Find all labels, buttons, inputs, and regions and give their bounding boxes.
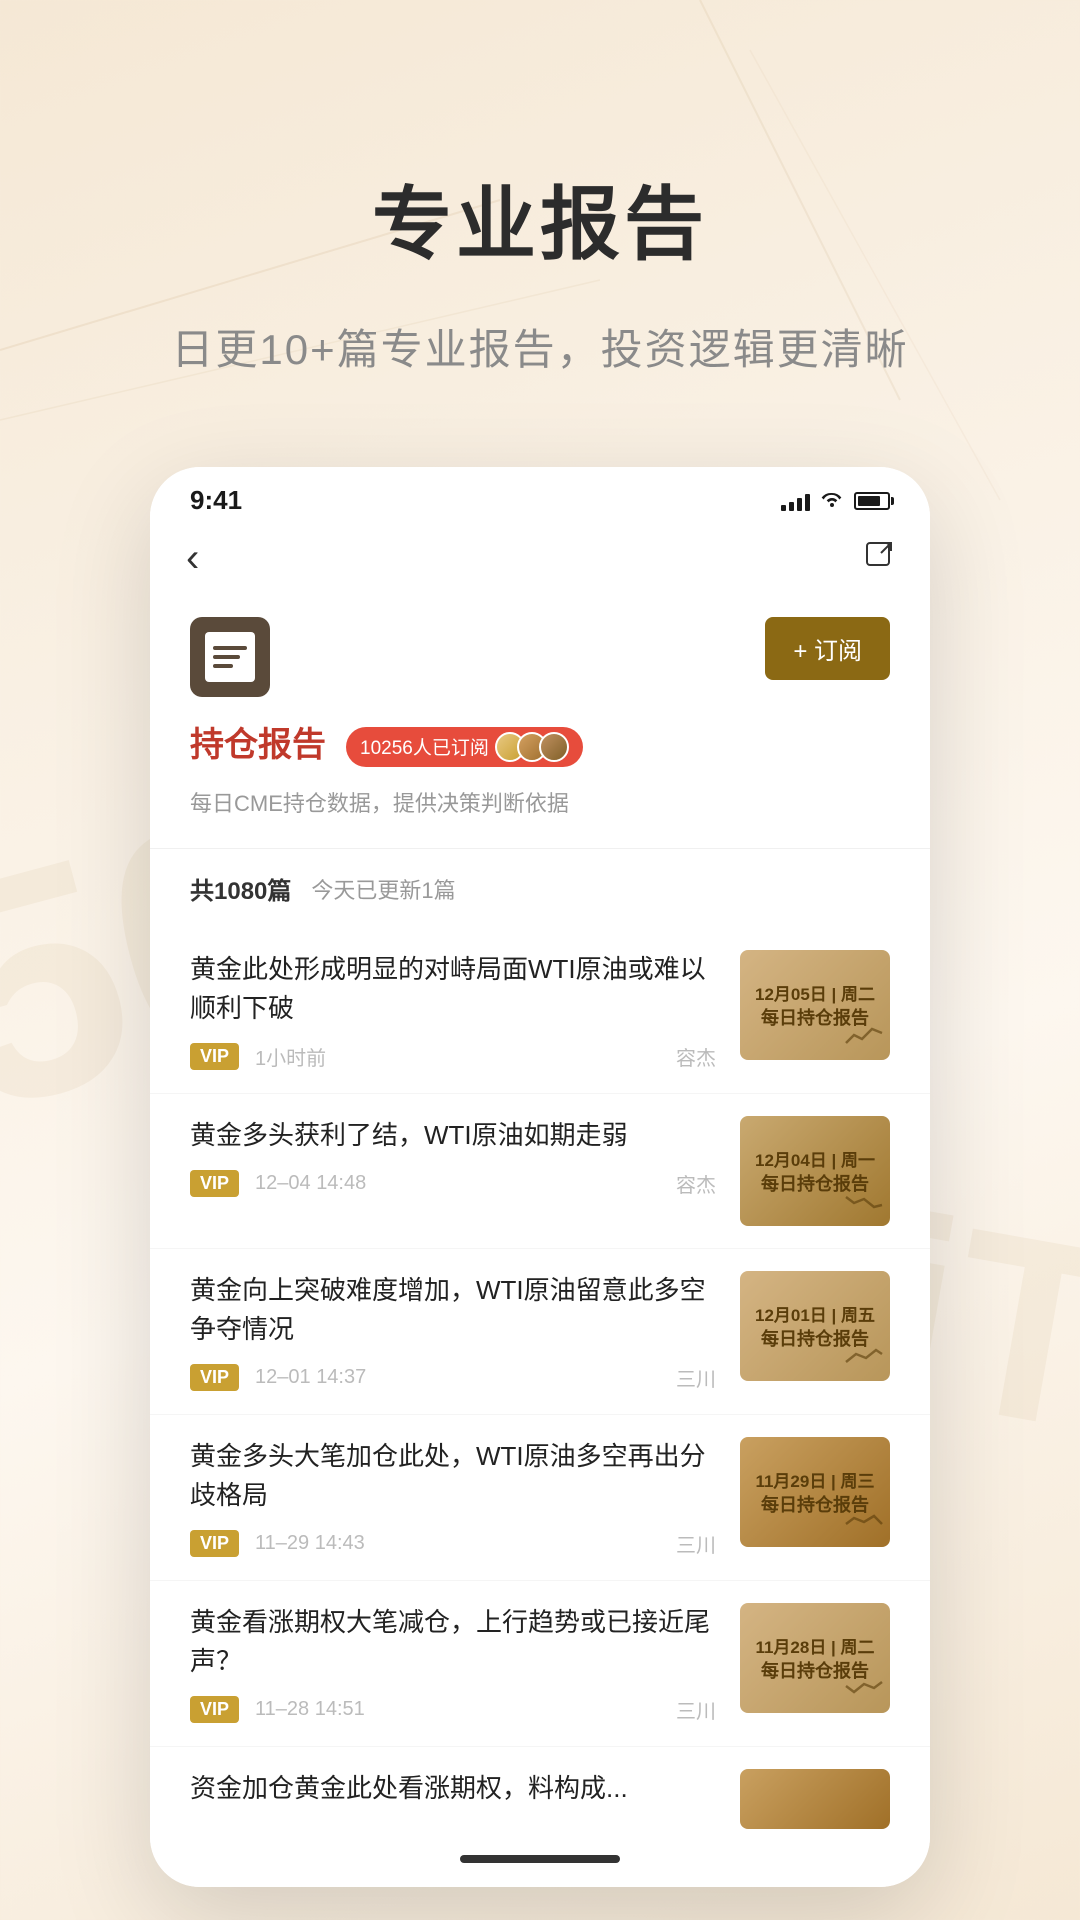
back-button[interactable]: ‹	[186, 536, 199, 581]
article-thumb-5: 11月28日 | 周二 每日持仓报告	[740, 1603, 890, 1713]
battery-icon	[854, 492, 890, 510]
article-time-5: 11–28 14:51	[255, 1698, 365, 1721]
thumb-date-1: 12月05日 | 周二	[755, 980, 875, 1005]
avatar-group	[495, 732, 569, 762]
signal-bar-3	[797, 498, 802, 511]
article-content-3: 黄金向上突破难度增加，WTI原油留意此多空争夺情况 VIP 12–01 14:3…	[190, 1271, 716, 1392]
article-content-6: 资金加仓黄金此处看涨期权，料构成...	[190, 1769, 716, 1829]
avatar-3	[539, 732, 569, 762]
article-thumb-4: 11月29日 | 周三 每日持仓报告	[740, 1437, 890, 1547]
thumb-date-5: 11月28日 | 周二	[755, 1633, 874, 1658]
article-content-1: 黄金此处形成明显的对峙局面WTI原油或难以顺利下破 VIP 1小时前 容杰	[190, 950, 716, 1071]
article-thumb-3: 12月01日 | 周五 每日持仓报告	[740, 1271, 890, 1381]
article-content-5: 黄金看涨期权大笔减仓，上行趋势或已接近尾声？ VIP 11–28 14:51 三…	[190, 1603, 716, 1724]
article-item-1[interactable]: 黄金此处形成明显的对峙局面WTI原油或难以顺利下破 VIP 1小时前 容杰 12…	[150, 928, 930, 1094]
bottom-bar	[150, 1839, 930, 1887]
article-meta-4: VIP 11–29 14:43 三川	[190, 1529, 716, 1558]
signal-icon	[781, 491, 810, 511]
thumb-date-4: 11月29日 | 周三	[755, 1467, 874, 1492]
status-bar: 9:41	[150, 467, 930, 526]
signal-bar-1	[781, 505, 786, 511]
nav-bar: ‹	[150, 526, 930, 597]
subscribe-button[interactable]: + 订阅	[765, 617, 890, 680]
article-author-1: 容杰	[676, 1042, 716, 1071]
article-meta-5: VIP 11–28 14:51 三川	[190, 1695, 716, 1724]
page-subtitle: 日更10+篇专业报告，投资逻辑更清晰	[171, 316, 908, 377]
vip-badge-3: VIP	[190, 1364, 239, 1391]
page-title: 专业报告	[372, 160, 708, 276]
signal-bar-4	[805, 494, 810, 511]
channel-title: 持仓报告	[190, 717, 326, 766]
article-title-4: 黄金多头大笔加仓此处，WTI原油多空再出分歧格局	[190, 1437, 716, 1515]
channel-title-row: 持仓报告 10256人已订阅	[190, 717, 890, 776]
status-icons	[781, 489, 890, 513]
article-title-3: 黄金向上突破难度增加，WTI原油留意此多空争夺情况	[190, 1271, 716, 1349]
thumb-date-3: 12月01日 | 周五	[755, 1301, 875, 1326]
channel-icon	[190, 617, 270, 697]
article-item-5[interactable]: 黄金看涨期权大笔减仓，上行趋势或已接近尾声？ VIP 11–28 14:51 三…	[150, 1581, 930, 1747]
total-count: 共1080篇	[190, 871, 291, 906]
article-meta-3: VIP 12–01 14:37 三川	[190, 1363, 716, 1392]
doc-line-1	[213, 646, 247, 650]
update-info: 今天已更新1篇	[311, 873, 455, 905]
article-time-3: 12–01 14:37	[255, 1366, 366, 1389]
article-content-2: 黄金多头获利了结，WTI原油如期走弱 VIP 12–04 14:48 容杰	[190, 1116, 716, 1226]
thumb-date-2: 12月04日 | 周一	[755, 1146, 875, 1171]
article-item-3[interactable]: 黄金向上突破难度增加，WTI原油留意此多空争夺情况 VIP 12–01 14:3…	[150, 1249, 930, 1415]
article-title-1: 黄金此处形成明显的对峙局面WTI原油或难以顺利下破	[190, 950, 716, 1028]
article-content-4: 黄金多头大笔加仓此处，WTI原油多空再出分歧格局 VIP 11–29 14:43…	[190, 1437, 716, 1558]
vip-badge-1: VIP	[190, 1043, 239, 1070]
wifi-icon	[820, 489, 844, 513]
battery-fill	[858, 496, 880, 506]
signal-bar-2	[789, 502, 794, 511]
vip-badge-5: VIP	[190, 1696, 239, 1723]
article-thumb-6	[740, 1769, 890, 1829]
article-time-4: 11–29 14:43	[255, 1532, 365, 1555]
article-time-1: 1小时前	[255, 1042, 326, 1071]
channel-description: 每日CME持仓数据，提供决策判断依据	[190, 786, 890, 818]
article-author-4: 三川	[676, 1529, 716, 1558]
phone-mockup: 9:41 ‹	[150, 467, 930, 1887]
channel-header: + 订阅 持仓报告 10256人已订阅 每日CME持仓数据，提供决策判断依据	[150, 597, 930, 848]
article-item-4[interactable]: 黄金多头大笔加仓此处，WTI原油多空再出分歧格局 VIP 11–29 14:43…	[150, 1415, 930, 1581]
list-header: 共1080篇 今天已更新1篇	[150, 849, 930, 928]
article-author-5: 三川	[676, 1695, 716, 1724]
article-title-2: 黄金多头获利了结，WTI原油如期走弱	[190, 1116, 716, 1155]
article-time-2: 12–04 14:48	[255, 1172, 366, 1195]
article-title-5: 黄金看涨期权大笔减仓，上行趋势或已接近尾声？	[190, 1603, 716, 1681]
article-title-6: 资金加仓黄金此处看涨期权，料构成...	[190, 1769, 716, 1808]
article-meta-1: VIP 1小时前 容杰	[190, 1042, 716, 1071]
doc-line-3	[213, 664, 233, 668]
article-author-2: 容杰	[676, 1169, 716, 1198]
vip-badge-2: VIP	[190, 1170, 239, 1197]
article-meta-2: VIP 12–04 14:48 容杰	[190, 1169, 716, 1198]
subscriber-badge: 10256人已订阅	[346, 727, 583, 767]
article-thumb-1: 12月05日 | 周二 每日持仓报告	[740, 950, 890, 1060]
article-item-6[interactable]: 资金加仓黄金此处看涨期权，料构成...	[150, 1747, 930, 1839]
subscriber-count: 10256人已订阅	[360, 733, 489, 760]
vip-badge-4: VIP	[190, 1530, 239, 1557]
article-thumb-2: 12月04日 | 周一 每日持仓报告	[740, 1116, 890, 1226]
article-item-2[interactable]: 黄金多头获利了结，WTI原油如期走弱 VIP 12–04 14:48 容杰 12…	[150, 1094, 930, 1249]
article-list: 共1080篇 今天已更新1篇 黄金此处形成明显的对峙局面WTI原油或难以顺利下破…	[150, 849, 930, 1839]
doc-line-2	[213, 655, 240, 659]
share-button[interactable]	[864, 540, 894, 577]
home-indicator	[460, 1855, 620, 1863]
article-author-3: 三川	[676, 1363, 716, 1392]
status-time: 9:41	[190, 485, 242, 516]
